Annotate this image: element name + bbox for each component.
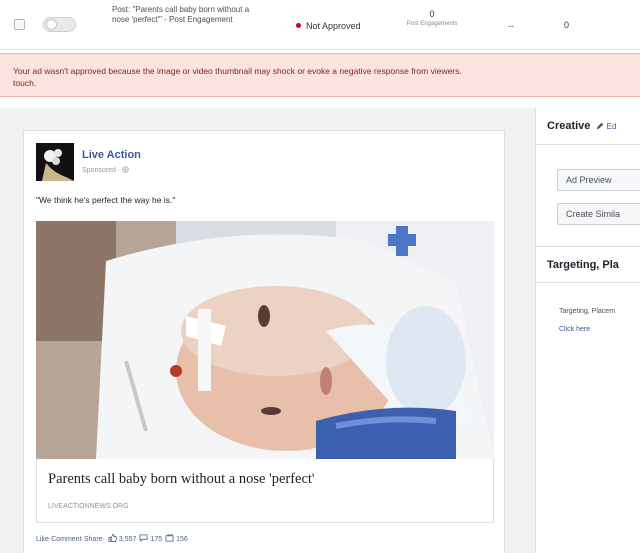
comment-link[interactable]: Comment: [51, 536, 81, 543]
spent-value: 0: [564, 20, 570, 30]
page-name[interactable]: Live Action: [82, 149, 141, 161]
creative-section-header: Creative Ed: [536, 108, 640, 145]
ad-row: Post: "Parents call baby born without a …: [0, 0, 640, 50]
post-message: "We think he's perfect the way he is.": [36, 195, 176, 205]
reach-value: --: [508, 21, 514, 31]
separator: ·: [102, 535, 105, 543]
comment-count: 175: [150, 535, 163, 543]
disapproval-banner: Your ad wasn't approved because the imag…: [0, 53, 640, 97]
create-similar-button[interactable]: Create Simila: [557, 203, 640, 225]
targeting-section-header: Targeting, Pla: [536, 246, 640, 283]
engagement-bar: Like · Comment · Share · 3,557 175 156: [36, 534, 188, 544]
like-icon: [108, 534, 117, 544]
disapproval-message-line2: touch.: [13, 78, 37, 88]
share-icon: [165, 534, 174, 544]
link-preview[interactable]: Parents call baby born without a nose 'p…: [36, 459, 494, 523]
targeting-click-here-link[interactable]: Click here: [559, 326, 590, 333]
sponsored-label: Sponsored ·: [82, 166, 129, 174]
status-label: Not Approved: [306, 21, 361, 31]
share-link[interactable]: Share: [84, 536, 103, 543]
delivery-status: Not Approved: [296, 21, 361, 31]
results-cell: 0 Post Engagements: [392, 9, 472, 28]
edit-creative-link[interactable]: Ed: [596, 122, 616, 131]
share-count: 156: [176, 535, 188, 543]
like-link[interactable]: Like: [36, 536, 49, 543]
results-label: Post Engagements: [406, 21, 458, 27]
creative-title-text: Creative: [547, 120, 591, 132]
comment-icon: [139, 534, 148, 544]
status-dot-icon: [296, 23, 301, 28]
link-domain: LIVEACTIONNEWS.ORG: [48, 503, 129, 510]
page-avatar[interactable]: [36, 143, 74, 181]
ad-status-toggle[interactable]: [43, 17, 76, 32]
creative-title: Creative Ed: [547, 120, 616, 132]
pencil-icon: [597, 122, 604, 130]
targeting-text: Targeting, Placem: [559, 308, 616, 315]
disapproval-message: Your ad wasn't approved because the imag…: [13, 65, 640, 89]
sponsored-text: Sponsored ·: [82, 167, 123, 174]
targeting-title: Targeting, Pla: [547, 259, 619, 271]
globe-icon: [122, 166, 129, 173]
ad-post-name[interactable]: Post: "Parents call baby born without a …: [112, 5, 267, 25]
like-count: 3,557: [118, 535, 137, 543]
edit-label: Ed: [606, 122, 617, 131]
ad-select-checkbox[interactable]: [14, 19, 25, 30]
toggle-knob: [46, 19, 57, 30]
link-headline[interactable]: Parents call baby born without a nose 'p…: [48, 471, 315, 488]
disapproval-message-line1: Your ad wasn't approved because the imag…: [13, 66, 462, 76]
ad-image[interactable]: [36, 221, 494, 459]
results-value: 0: [429, 9, 435, 19]
ad-preview-button[interactable]: Ad Preview: [557, 169, 640, 191]
ad-preview-card: Live Action Sponsored · "We think he's p…: [23, 130, 505, 553]
right-panel: Creative Ed Ad Preview Create Simila Tar…: [535, 108, 640, 553]
